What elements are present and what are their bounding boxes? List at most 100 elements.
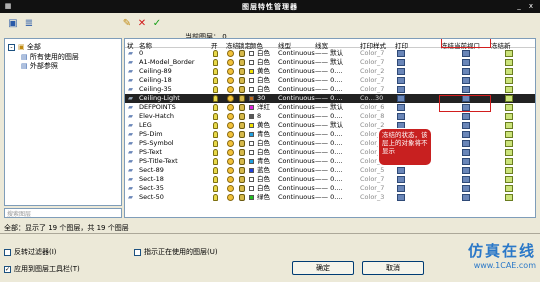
- lineweight[interactable]: —— 0.…: [315, 76, 343, 85]
- plot-printer-icon[interactable]: [397, 68, 405, 75]
- new-vp-freeze-icon[interactable]: [505, 50, 513, 57]
- vp-freeze-icon[interactable]: [462, 113, 470, 120]
- new-vp-freeze-icon[interactable]: [505, 77, 513, 84]
- linetype[interactable]: Continuous: [278, 175, 315, 184]
- color-swatch[interactable]: [249, 51, 254, 56]
- linetype[interactable]: Continuous: [278, 184, 315, 193]
- new-vp-freeze-icon[interactable]: [505, 131, 513, 138]
- lock-icon[interactable]: [239, 176, 245, 183]
- linetype[interactable]: Continuous: [278, 67, 315, 76]
- linetype[interactable]: Continuous: [278, 58, 315, 67]
- vp-freeze-icon[interactable]: [462, 167, 470, 174]
- lock-icon[interactable]: [239, 167, 245, 174]
- freeze-sun-icon[interactable]: [227, 185, 234, 192]
- layer-row[interactable]: ▰ 0 白色 Continuous —— 默认 Color_7: [125, 49, 535, 58]
- on-bulb-icon[interactable]: [213, 149, 218, 156]
- layer-search-input[interactable]: 搜索图层: [4, 208, 122, 218]
- layer-row[interactable]: ▰ Sect-18 白色 Continuous —— 0.… Color_7: [125, 175, 535, 184]
- color-swatch[interactable]: [249, 60, 254, 65]
- on-bulb-icon[interactable]: [213, 140, 218, 147]
- on-bulb-icon[interactable]: [213, 176, 218, 183]
- on-bulb-icon[interactable]: [213, 50, 218, 57]
- on-bulb-icon[interactable]: [213, 59, 218, 66]
- layer-row[interactable]: ▰ A1-Model_Border 白色 Continuous —— 默认 Color_7: [125, 58, 535, 67]
- linetype[interactable]: Continuous: [278, 157, 315, 166]
- apply-toolbar-checkbox[interactable]: ✓ 应用到图层工具栏(T): [4, 264, 80, 274]
- plot-printer-icon[interactable]: [397, 167, 405, 174]
- layer-row[interactable]: ▰ Ceiling-89 黄色 Continuous —— 0.… Color_2: [125, 67, 535, 76]
- color-swatch[interactable]: [249, 159, 254, 164]
- lock-icon[interactable]: [239, 68, 245, 75]
- color-swatch[interactable]: [249, 141, 254, 146]
- freeze-sun-icon[interactable]: [227, 77, 234, 84]
- on-bulb-icon[interactable]: [213, 194, 218, 201]
- layer-row[interactable]: ▰ Ceiling-18 白色 Continuous —— 0.… Color_7: [125, 76, 535, 85]
- vp-freeze-icon[interactable]: [462, 86, 470, 93]
- color-swatch[interactable]: [249, 168, 254, 173]
- on-bulb-icon[interactable]: [213, 104, 218, 111]
- linetype[interactable]: Continuous: [278, 112, 315, 121]
- on-bulb-icon[interactable]: [213, 122, 218, 129]
- layer-row[interactable]: ▰ LEG 黄色 Continuous —— 默认 Color_2: [125, 121, 535, 130]
- cancel-button[interactable]: 取消: [362, 261, 424, 275]
- on-bulb-icon[interactable]: [213, 77, 218, 84]
- vp-freeze-icon[interactable]: [462, 185, 470, 192]
- color-swatch[interactable]: [249, 87, 254, 92]
- color-swatch[interactable]: [249, 96, 254, 101]
- linetype[interactable]: Continuous: [278, 94, 315, 103]
- linetype[interactable]: Continuous: [278, 103, 315, 112]
- lineweight[interactable]: —— 0.…: [315, 166, 343, 175]
- new-vp-freeze-icon[interactable]: [505, 104, 513, 111]
- linetype[interactable]: Continuous: [278, 139, 315, 148]
- layer-row[interactable]: ▰ Ceiling-35 白色 Continuous —— 0.… Color_7: [125, 85, 535, 94]
- on-bulb-icon[interactable]: [213, 158, 218, 165]
- freeze-sun-icon[interactable]: [227, 95, 234, 102]
- lineweight[interactable]: —— 0.…: [315, 94, 343, 103]
- new-vp-freeze-icon[interactable]: [505, 68, 513, 75]
- linetype[interactable]: Continuous: [278, 193, 315, 202]
- freeze-sun-icon[interactable]: [227, 176, 234, 183]
- freeze-sun-icon[interactable]: [227, 149, 234, 156]
- new-vp-freeze-icon[interactable]: [505, 86, 513, 93]
- invert-filter-checkbox[interactable]: 反转过滤器(I): [4, 247, 57, 257]
- set-current-icon[interactable]: ✓: [150, 17, 164, 31]
- on-bulb-icon[interactable]: [213, 86, 218, 93]
- freeze-sun-icon[interactable]: [227, 140, 234, 147]
- freeze-sun-icon[interactable]: [227, 104, 234, 111]
- color-swatch[interactable]: [249, 150, 254, 155]
- new-vp-freeze-icon[interactable]: [505, 113, 513, 120]
- lineweight[interactable]: —— 0.…: [315, 148, 343, 157]
- color-swatch[interactable]: [249, 114, 254, 119]
- vp-freeze-icon[interactable]: [462, 140, 470, 147]
- lock-icon[interactable]: [239, 122, 245, 129]
- lineweight[interactable]: —— 0.…: [315, 130, 343, 139]
- lock-icon[interactable]: [239, 59, 245, 66]
- vp-freeze-icon[interactable]: [462, 131, 470, 138]
- lock-icon[interactable]: [239, 86, 245, 93]
- lock-icon[interactable]: [239, 50, 245, 57]
- lineweight[interactable]: —— 0.…: [315, 193, 343, 202]
- new-property-filter-icon[interactable]: ▣: [6, 17, 20, 31]
- vp-freeze-icon[interactable]: [462, 77, 470, 84]
- lock-icon[interactable]: [239, 113, 245, 120]
- plot-printer-icon[interactable]: [397, 185, 405, 192]
- color-swatch[interactable]: [249, 177, 254, 182]
- new-vp-freeze-icon[interactable]: [505, 149, 513, 156]
- on-bulb-icon[interactable]: [213, 95, 218, 102]
- lineweight[interactable]: —— 0.…: [315, 184, 343, 193]
- color-swatch[interactable]: [249, 105, 254, 110]
- new-vp-freeze-icon[interactable]: [505, 176, 513, 183]
- vp-freeze-icon[interactable]: [462, 149, 470, 156]
- layer-row[interactable]: ▰ Sect-50 绿色 Continuous —— 0.… Color_3: [125, 193, 535, 202]
- lineweight[interactable]: —— 0.…: [315, 139, 343, 148]
- checkbox-box[interactable]: ✓: [4, 265, 11, 273]
- lock-icon[interactable]: [239, 104, 245, 111]
- new-vp-freeze-icon[interactable]: [505, 95, 513, 102]
- new-layer-icon[interactable]: ✎: [120, 17, 134, 31]
- plot-printer-icon[interactable]: [397, 176, 405, 183]
- new-vp-freeze-icon[interactable]: [505, 185, 513, 192]
- freeze-sun-icon[interactable]: [227, 194, 234, 201]
- lineweight[interactable]: —— 默认: [315, 121, 343, 130]
- freeze-sun-icon[interactable]: [227, 68, 234, 75]
- vp-freeze-icon[interactable]: [462, 194, 470, 201]
